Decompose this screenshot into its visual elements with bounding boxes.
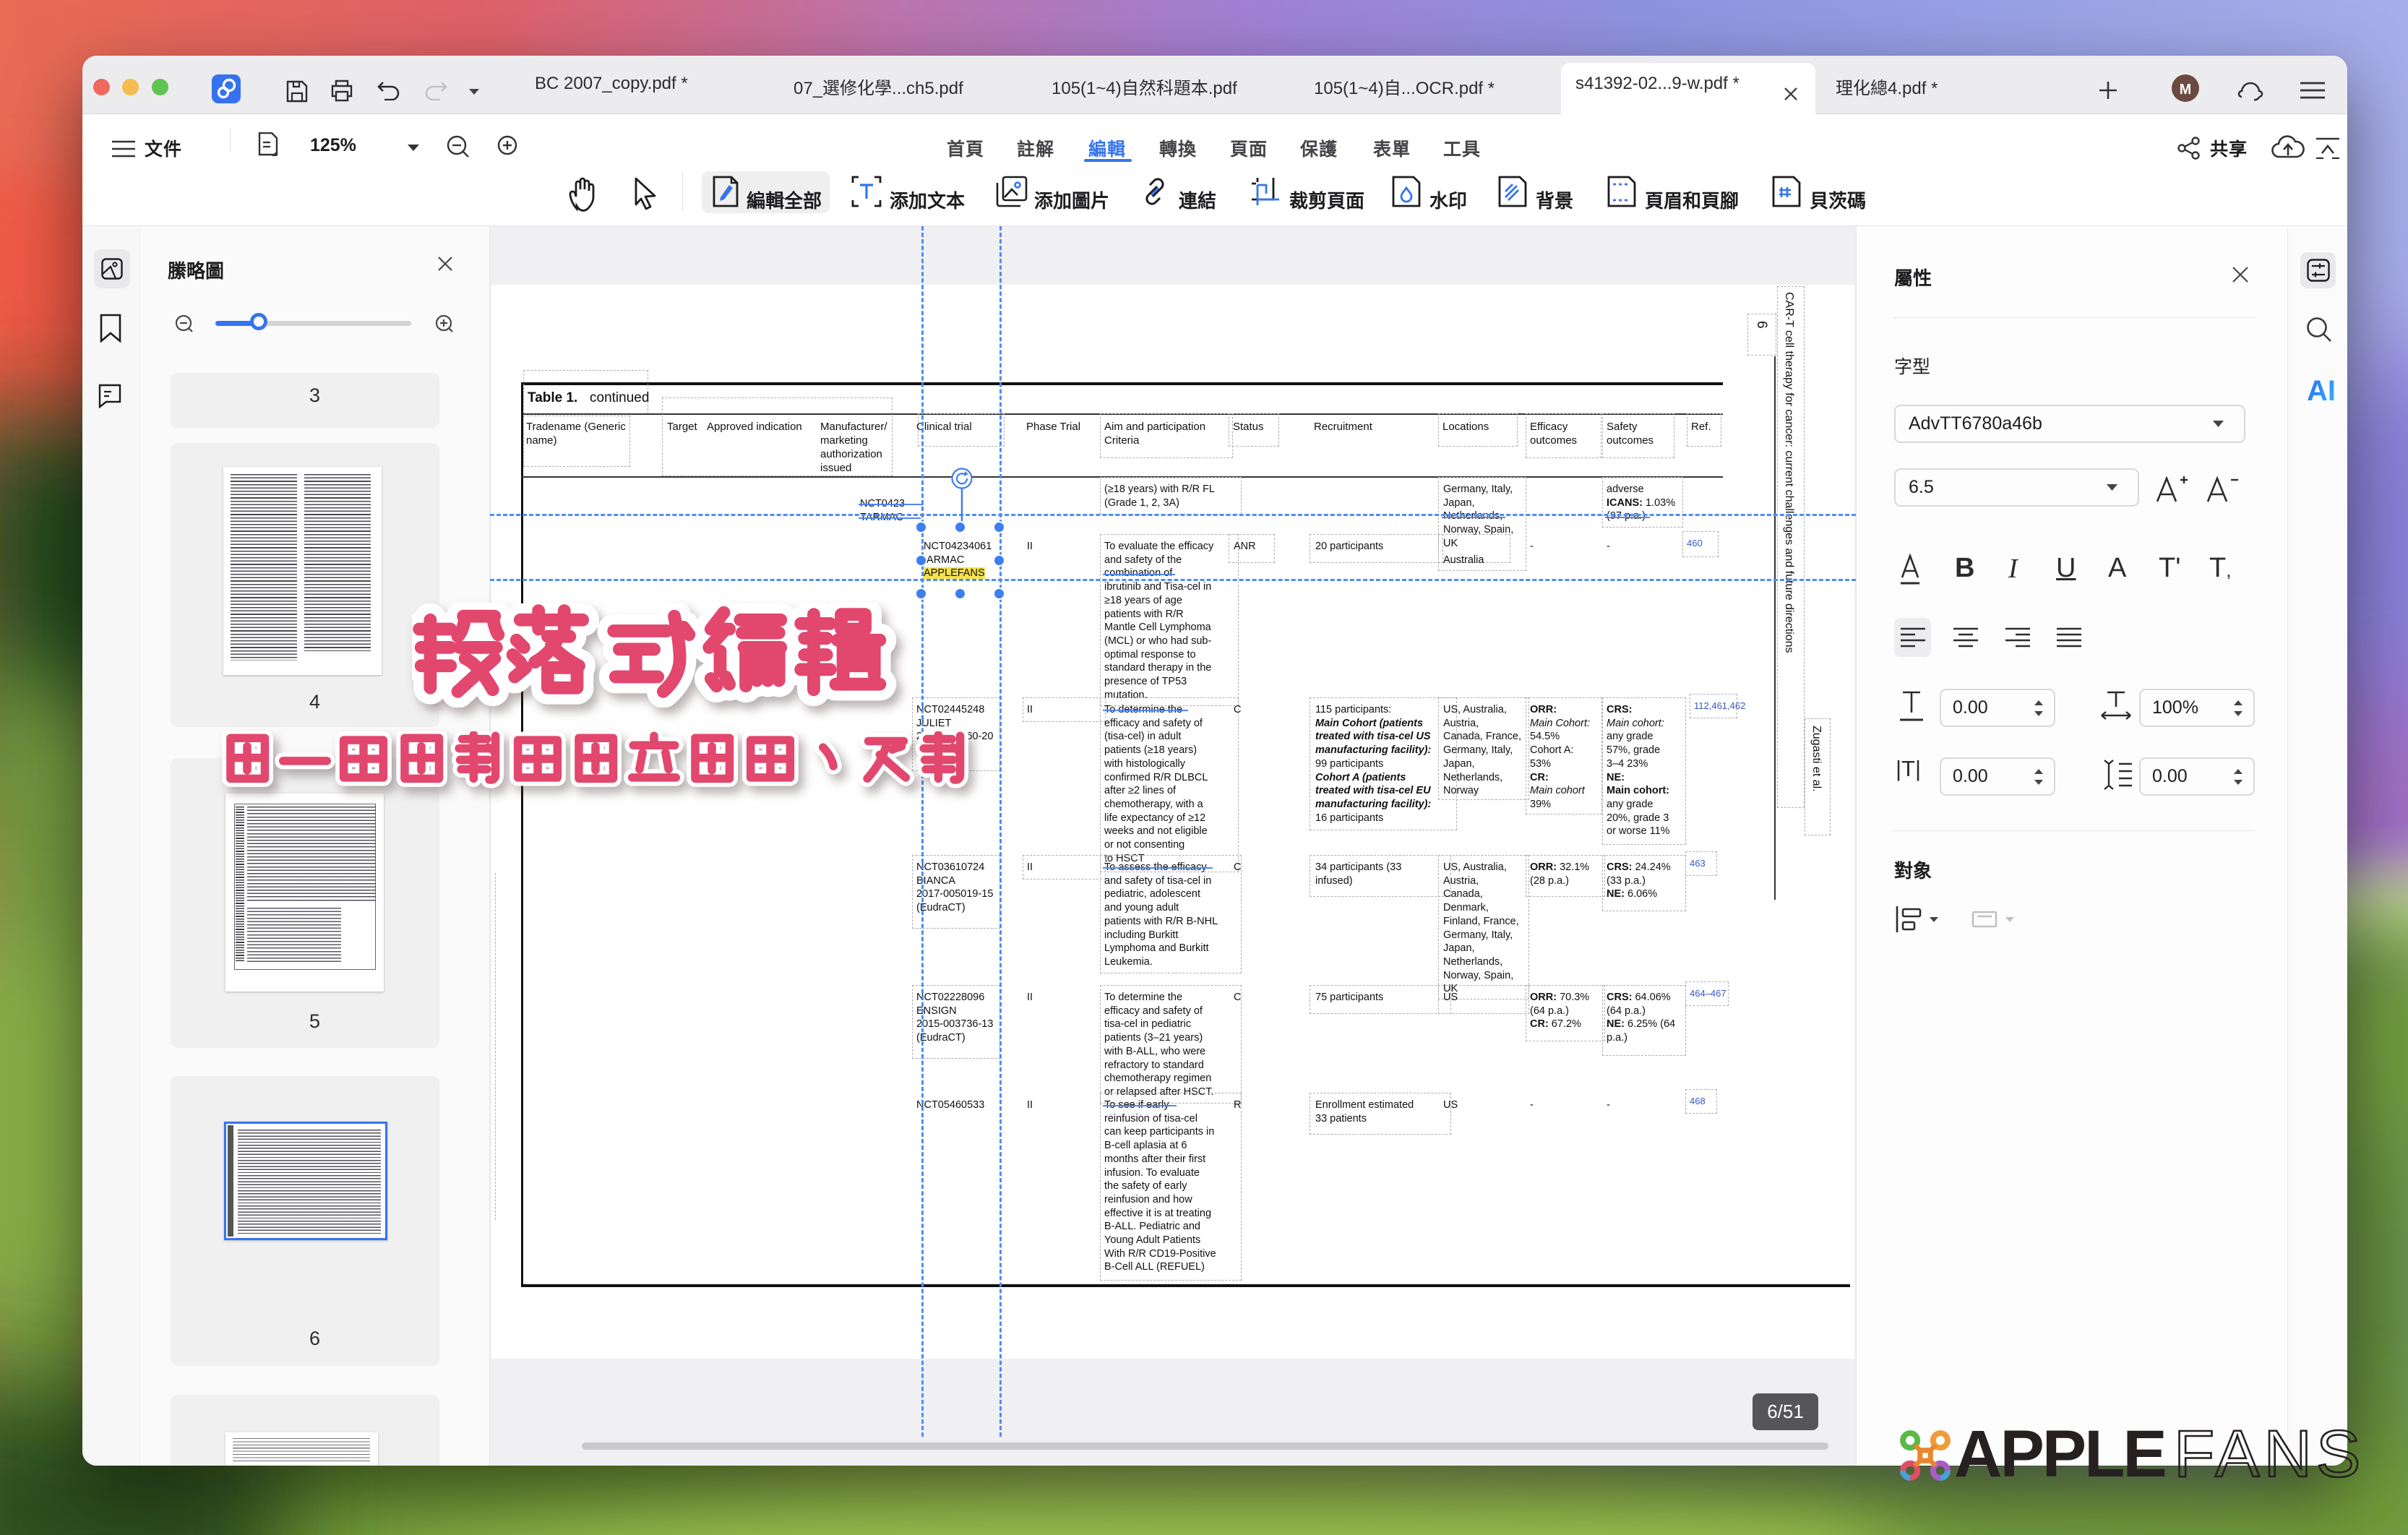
svg-text:M: M xyxy=(2180,82,2192,98)
